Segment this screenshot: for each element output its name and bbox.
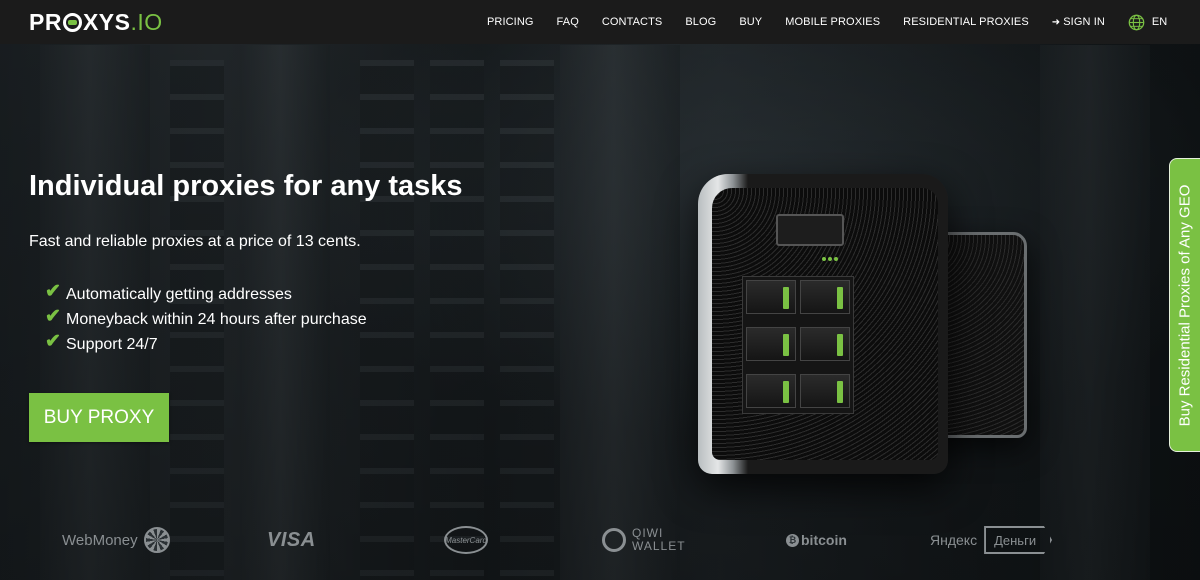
hero-subtitle: Fast and reliable proxies at a price of …	[29, 233, 361, 250]
qiwi-wallet-logo: QIWI WALLET	[602, 515, 686, 565]
yandex-text: Яндекс	[930, 532, 978, 548]
residential-proxies-side-tab[interactable]: Buy Residential Proxies of Any GEO	[1169, 158, 1200, 452]
mastercard-logo: MasterCard	[444, 515, 488, 565]
language-selector[interactable]: EN	[1128, 14, 1167, 31]
top-navbar: PR XYS .IO PRICING FAQ CONTACTS BLOG BUY M…	[0, 0, 1200, 44]
qiwi-text-line1: QIWI	[632, 526, 664, 540]
logo-text: XYS	[82, 8, 131, 35]
logo-suffix: .IO	[130, 8, 163, 35]
webmoney-globe-icon	[143, 527, 170, 553]
checkmark-icon: ✔	[45, 331, 61, 352]
bitcoin-logo: ₿ bitcoin	[786, 515, 847, 565]
drive-bay	[746, 374, 796, 408]
visa-text: VISA	[267, 528, 316, 551]
feature-item: ✔ Moneyback within 24 hours after purcha…	[45, 306, 367, 332]
qiwi-icon	[602, 528, 626, 552]
hero-title: Individual proxies for any tasks	[29, 170, 463, 202]
site-logo[interactable]: PR XYS .IO	[29, 9, 163, 36]
drive-bay	[746, 327, 796, 361]
status-leds	[822, 248, 840, 266]
nav-residential-proxies[interactable]: RESIDENTIAL PROXIES	[903, 16, 1029, 28]
feature-text: Support 24/7	[66, 335, 158, 353]
logo-text: PR	[29, 8, 62, 35]
sign-in-icon: ➜	[1051, 16, 1061, 28]
visa-logo: VISA	[267, 515, 316, 565]
mastercard-text: MasterCard	[444, 526, 488, 554]
drive-bay	[800, 327, 850, 361]
drive-bay-panel	[742, 276, 854, 414]
qiwi-text: QIWI WALLET	[632, 527, 686, 553]
globe-icon	[1128, 14, 1145, 30]
server-illustration	[698, 174, 948, 474]
drive-bay	[800, 280, 850, 314]
server-grille	[712, 188, 938, 460]
checkmark-icon: ✔	[45, 281, 61, 302]
logo-mask-icon	[62, 12, 82, 32]
side-tab-label: Buy Residential Proxies of Any GEO	[1176, 184, 1194, 426]
drive-bay	[800, 374, 850, 408]
feature-item: ✔ Automatically getting addresses	[45, 281, 367, 307]
sign-in-link[interactable]: ➜ SIGN IN	[1052, 16, 1105, 28]
payment-methods: WebMoney VISA MasterCard QIWI WALLET ₿ b…	[0, 515, 1200, 565]
webmoney-logo: WebMoney	[62, 515, 170, 565]
feature-item: ✔ Support 24/7	[45, 331, 367, 357]
sign-in-label: SIGN IN	[1063, 16, 1105, 28]
qiwi-text-line2: WALLET	[632, 539, 686, 553]
nav-mobile-proxies[interactable]: MOBILE PROXIES	[785, 16, 880, 28]
nav-blog[interactable]: BLOG	[685, 16, 716, 28]
main-nav: PRICING FAQ CONTACTS BLOG BUY MOBILE PRO…	[487, 0, 1167, 44]
webmoney-text: WebMoney	[62, 531, 138, 549]
yandex-money-logo: Яндекс Деньги	[930, 515, 1053, 565]
checkmark-icon: ✔	[45, 306, 61, 327]
buy-proxy-button[interactable]: BUY PROXY	[29, 393, 169, 442]
dengi-text: Деньги	[984, 526, 1053, 554]
bitcoin-icon: ₿	[786, 533, 799, 547]
nav-contacts[interactable]: CONTACTS	[602, 16, 662, 28]
language-label: EN	[1151, 16, 1168, 28]
drive-bay	[746, 280, 796, 314]
nav-faq[interactable]: FAQ	[557, 16, 579, 28]
feature-text: Moneyback within 24 hours after purchase	[66, 310, 367, 328]
bitcoin-text: bitcoin	[801, 532, 847, 548]
nav-buy[interactable]: BUY	[739, 16, 762, 28]
optical-drive	[776, 214, 844, 246]
feature-text: Automatically getting addresses	[66, 285, 292, 303]
feature-list: ✔ Automatically getting addresses ✔ Mone…	[45, 281, 367, 357]
nav-pricing[interactable]: PRICING	[487, 16, 534, 28]
